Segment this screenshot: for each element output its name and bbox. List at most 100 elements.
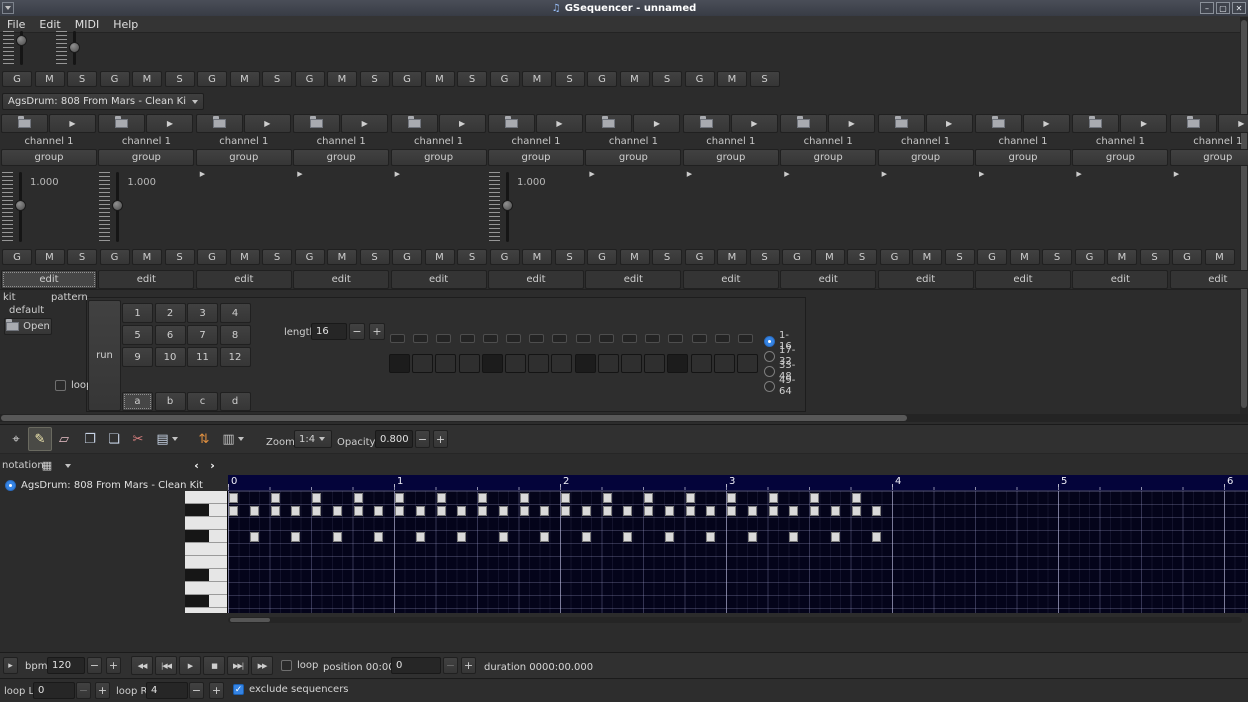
channel-expand-arrow[interactable]: ▶ [882, 170, 887, 178]
note[interactable] [789, 506, 798, 516]
channel-play-button[interactable]: ▶ [146, 114, 193, 133]
channel-open-button[interactable] [1, 114, 48, 133]
edit-tab[interactable]: edit [780, 270, 876, 289]
channel-volume-slider[interactable] [99, 172, 125, 242]
pattern-pad[interactable] [482, 354, 503, 373]
transport-forward-button[interactable]: ▶▶ [251, 656, 273, 675]
scrollbar-thumb[interactable] [1241, 20, 1247, 408]
note[interactable] [831, 506, 840, 516]
gms-g-button[interactable]: G [1172, 249, 1202, 265]
slider-knob[interactable] [16, 35, 27, 46]
gms-m-button[interactable]: M [132, 71, 162, 87]
open-kit-button[interactable]: Open [4, 318, 52, 335]
gms-s-button[interactable]: S [750, 71, 780, 87]
note[interactable] [457, 506, 466, 516]
gms-s-button[interactable]: S [555, 249, 585, 265]
pattern-pad[interactable] [598, 354, 619, 373]
opacity-input[interactable]: 0.800 [375, 430, 413, 448]
gms-m-button[interactable]: M [912, 249, 942, 265]
note[interactable] [561, 506, 570, 516]
black-key[interactable] [185, 530, 228, 543]
channel-open-button[interactable] [293, 114, 340, 133]
gms-m-button[interactable]: M [425, 249, 455, 265]
gms-g-button[interactable]: G [197, 249, 227, 265]
pattern-index-12[interactable]: 12 [220, 347, 251, 367]
notation-horizontal-scrollbar[interactable] [228, 617, 1242, 623]
note[interactable] [312, 493, 321, 503]
menu-item-help[interactable]: Help [106, 16, 145, 33]
tools-menu-button[interactable]: ▥ [216, 427, 250, 451]
pattern-pad[interactable] [412, 354, 433, 373]
note[interactable] [727, 493, 736, 503]
channel-group-button[interactable]: group [293, 149, 389, 166]
note[interactable] [374, 532, 383, 542]
pattern-bank-b[interactable]: b [155, 392, 186, 411]
note[interactable] [623, 506, 632, 516]
notation-grid[interactable] [228, 491, 1248, 613]
length-increment-button[interactable]: + [369, 323, 385, 340]
gms-m-button[interactable]: M [1107, 249, 1137, 265]
channel-expand-arrow[interactable]: ▶ [1076, 170, 1081, 178]
channel-expand-arrow[interactable]: ▶ [687, 170, 692, 178]
channel-volume-slider[interactable] [489, 172, 515, 242]
note[interactable] [250, 506, 259, 516]
pattern-index-3[interactable]: 3 [187, 303, 218, 323]
note[interactable] [686, 493, 695, 503]
gms-m-button[interactable]: M [327, 71, 357, 87]
edit-tab[interactable]: edit [683, 270, 779, 289]
note[interactable] [354, 493, 363, 503]
gms-s-button[interactable]: S [847, 249, 877, 265]
gms-s-button[interactable]: S [360, 71, 390, 87]
note[interactable] [271, 506, 280, 516]
gms-s-button[interactable]: S [165, 71, 195, 87]
channel-open-button[interactable] [878, 114, 925, 133]
bpm-decrement-button[interactable]: − [87, 657, 102, 674]
channel-group-button[interactable]: group [391, 149, 487, 166]
note[interactable] [229, 506, 238, 516]
pattern-index-8[interactable]: 8 [220, 325, 251, 345]
loop-left-input[interactable]: 0 [33, 682, 75, 699]
white-key[interactable] [185, 556, 228, 569]
gms-g-button[interactable]: G [2, 71, 32, 87]
gms-g-button[interactable]: G [587, 249, 617, 265]
channel-group-button[interactable]: group [683, 149, 779, 166]
note[interactable] [271, 493, 280, 503]
note[interactable] [810, 493, 819, 503]
gms-g-button[interactable]: G [782, 249, 812, 265]
offset-option-49-64[interactable]: 49-64 [764, 375, 795, 397]
slider-knob[interactable] [502, 200, 513, 211]
zoom-dropdown[interactable]: 1:4 [294, 430, 332, 448]
slider-knob[interactable] [112, 200, 123, 211]
channel-play-button[interactable]: ▶ [1120, 114, 1167, 133]
note[interactable] [644, 493, 653, 503]
black-key[interactable] [185, 504, 228, 517]
channel-open-button[interactable] [975, 114, 1022, 133]
pattern-index-4[interactable]: 4 [220, 303, 251, 323]
machine-horizontal-scrollbar[interactable] [0, 414, 1248, 422]
slider-knob[interactable] [15, 200, 26, 211]
note[interactable] [395, 493, 404, 503]
tab-previous-button[interactable]: ‹ [189, 456, 204, 474]
gms-g-button[interactable]: G [295, 71, 325, 87]
gms-m-button[interactable]: M [815, 249, 845, 265]
pattern-bank-a[interactable]: a [122, 392, 153, 411]
channel-play-button[interactable]: ▶ [439, 114, 486, 133]
note[interactable] [312, 506, 321, 516]
gms-m-button[interactable]: M [717, 71, 747, 87]
gms-m-button[interactable]: M [1010, 249, 1040, 265]
note[interactable] [665, 506, 674, 516]
channel-expand-arrow[interactable]: ▶ [297, 170, 302, 178]
white-key[interactable] [185, 608, 228, 613]
channel-open-button[interactable] [391, 114, 438, 133]
pattern-pad[interactable] [389, 354, 410, 373]
note[interactable] [478, 493, 487, 503]
note[interactable] [229, 493, 238, 503]
scrollbar-thumb[interactable] [1, 415, 907, 421]
note[interactable] [457, 532, 466, 542]
channel-play-button[interactable]: ▶ [341, 114, 388, 133]
channel-open-button[interactable] [585, 114, 632, 133]
note[interactable] [831, 532, 840, 542]
minimize-button[interactable]: – [1200, 2, 1214, 14]
note[interactable] [789, 532, 798, 542]
note[interactable] [540, 506, 549, 516]
